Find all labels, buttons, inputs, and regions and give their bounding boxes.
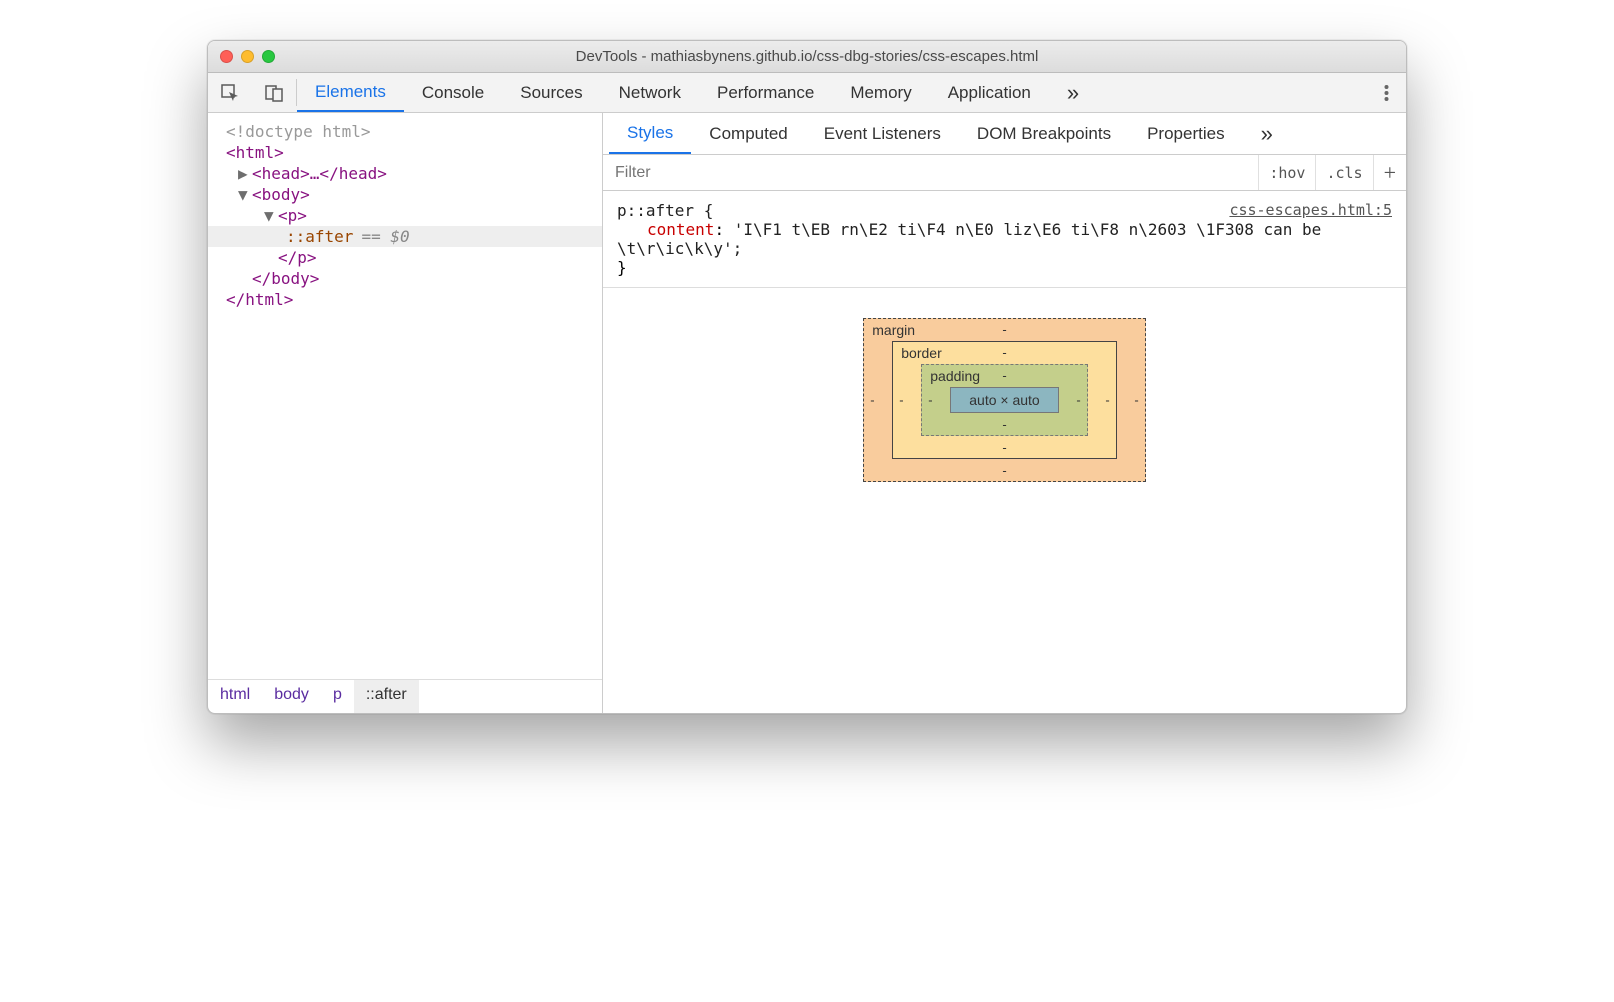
dom-node-after-selected[interactable]: ⋯ ::after == $0 — [208, 226, 602, 247]
stab-computed[interactable]: Computed — [691, 113, 805, 154]
toggle-classes-button[interactable]: .cls — [1315, 155, 1372, 190]
device-toolbar-icon[interactable] — [252, 73, 296, 112]
padding-label: padding — [930, 368, 980, 384]
stab-dom-breakpoints[interactable]: DOM Breakpoints — [959, 113, 1129, 154]
breadcrumb: html body p ::after — [208, 679, 602, 713]
padding-top-value[interactable]: - — [1002, 368, 1006, 383]
margin-label: margin — [872, 322, 915, 338]
settings-menu-button[interactable] — [1366, 83, 1406, 103]
dom-node-p-close[interactable]: </p> — [208, 247, 602, 268]
stab-event-listeners[interactable]: Event Listeners — [806, 113, 959, 154]
toggle-hover-button[interactable]: :hov — [1258, 155, 1315, 190]
minimize-window-button[interactable] — [241, 50, 254, 63]
dom-node-body-close[interactable]: </body> — [208, 268, 602, 289]
close-window-button[interactable] — [220, 50, 233, 63]
box-model-content[interactable]: auto × auto — [950, 387, 1058, 413]
padding-right-value[interactable]: - — [1076, 393, 1080, 408]
devtools-window: DevTools - mathiasbynens.github.io/css-d… — [207, 40, 1407, 714]
box-model-border[interactable]: border - - - - padding - - - - au — [892, 341, 1116, 459]
stab-properties[interactable]: Properties — [1129, 113, 1242, 154]
border-right-value[interactable]: - — [1105, 393, 1109, 408]
tab-elements[interactable]: Elements — [297, 73, 404, 112]
stabs-overflow-button[interactable]: » — [1243, 113, 1291, 154]
new-style-rule-button[interactable]: + — [1373, 155, 1406, 190]
selection-gutter-icon: ⋯ — [208, 227, 210, 246]
dom-node-head[interactable]: ▶<head>…</head> — [208, 163, 602, 184]
collapse-arrow-icon[interactable]: ▼ — [264, 206, 278, 225]
styles-filter-input[interactable] — [603, 164, 1258, 182]
css-source-link[interactable]: css-escapes.html:5 — [1229, 201, 1392, 219]
styles-filter-row: :hov .cls + — [603, 155, 1406, 191]
expand-arrow-icon[interactable]: ▶ — [238, 164, 252, 183]
titlebar: DevTools - mathiasbynens.github.io/css-d… — [208, 41, 1406, 73]
main-tabs: Elements Console Sources Network Perform… — [297, 73, 1097, 112]
tab-sources[interactable]: Sources — [502, 73, 600, 112]
tab-memory[interactable]: Memory — [832, 73, 929, 112]
tab-network[interactable]: Network — [601, 73, 699, 112]
dom-node-html-open[interactable]: <html> — [208, 142, 602, 163]
elements-panel: <!doctype html> <html> ▶<head>…</head> ▼… — [208, 113, 603, 713]
padding-left-value[interactable]: - — [928, 393, 932, 408]
padding-bottom-value[interactable]: - — [1002, 417, 1006, 432]
crumb-html[interactable]: html — [208, 680, 262, 713]
tab-application[interactable]: Application — [930, 73, 1049, 112]
inspect-element-icon[interactable] — [208, 73, 252, 112]
border-label: border — [901, 345, 941, 361]
tabs-overflow-button[interactable]: » — [1049, 73, 1097, 112]
pseudo-after-label: ::after — [286, 227, 353, 246]
styles-panel: Styles Computed Event Listeners DOM Brea… — [603, 113, 1406, 713]
box-model-margin[interactable]: margin - - - - border - - - - padding — [863, 318, 1145, 482]
main-toolbar: Elements Console Sources Network Perform… — [208, 73, 1406, 113]
window-controls — [220, 50, 275, 63]
border-top-value[interactable]: - — [1002, 345, 1006, 360]
dom-node-doctype[interactable]: <!doctype html> — [208, 121, 602, 142]
border-bottom-value[interactable]: - — [1002, 440, 1006, 455]
main-content: <!doctype html> <html> ▶<head>…</head> ▼… — [208, 113, 1406, 713]
dom-tree[interactable]: <!doctype html> <html> ▶<head>…</head> ▼… — [208, 113, 602, 679]
dom-node-p-open[interactable]: ▼<p> — [208, 205, 602, 226]
box-model-widget[interactable]: margin - - - - border - - - - padding — [863, 318, 1145, 482]
styles-tabs: Styles Computed Event Listeners DOM Brea… — [603, 113, 1406, 155]
tab-console[interactable]: Console — [404, 73, 502, 112]
console-reference-label: == $0 — [361, 227, 409, 246]
collapse-arrow-icon[interactable]: ▼ — [238, 185, 252, 204]
stab-styles[interactable]: Styles — [609, 113, 691, 154]
margin-bottom-value[interactable]: - — [1002, 463, 1006, 478]
css-rule-block[interactable]: css-escapes.html:5 p::after { content: '… — [603, 191, 1406, 288]
dom-node-html-close[interactable]: </html> — [208, 289, 602, 310]
box-model-area: margin - - - - border - - - - padding — [603, 288, 1406, 713]
box-model-padding[interactable]: padding - - - - auto × auto — [921, 364, 1087, 436]
margin-right-value[interactable]: - — [1134, 393, 1138, 408]
border-left-value[interactable]: - — [899, 393, 903, 408]
dom-node-body-open[interactable]: ▼<body> — [208, 184, 602, 205]
margin-top-value[interactable]: - — [1002, 322, 1006, 337]
margin-left-value[interactable]: - — [870, 393, 874, 408]
css-property-name[interactable]: content — [647, 220, 714, 239]
zoom-window-button[interactable] — [262, 50, 275, 63]
window-title: DevTools - mathiasbynens.github.io/css-d… — [218, 48, 1396, 65]
tab-performance[interactable]: Performance — [699, 73, 832, 112]
crumb-body[interactable]: body — [262, 680, 321, 713]
css-rule-close: } — [617, 258, 1392, 277]
crumb-after[interactable]: ::after — [354, 680, 419, 713]
crumb-p[interactable]: p — [321, 680, 354, 713]
